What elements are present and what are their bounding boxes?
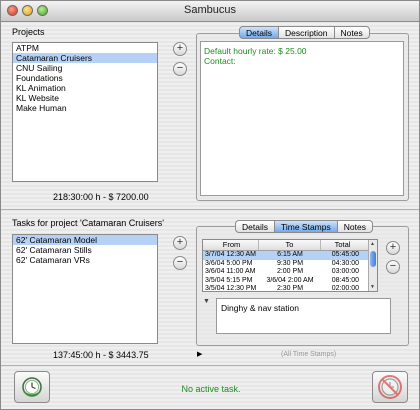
- project-list-item[interactable]: CNU Sailing: [13, 63, 157, 73]
- project-list-item[interactable]: Make Human: [13, 103, 157, 113]
- remove-timestamp-button[interactable]: −: [386, 260, 400, 274]
- remove-project-button[interactable]: −: [173, 62, 187, 76]
- add-project-button[interactable]: +: [173, 42, 187, 56]
- tasks-label: Tasks for project 'Catamaran Cruisers': [12, 218, 164, 228]
- task-tab-time-stamps[interactable]: Time Stamps: [274, 220, 338, 233]
- time-stamp-to: 3/6/04 2:00 AM: [266, 276, 314, 284]
- time-stamp-from: 3/5/04 5:15 PM: [205, 276, 253, 284]
- task-tab-details[interactable]: Details: [235, 220, 275, 233]
- task-summary: 137:45:00 h - $ 3443.75: [53, 350, 149, 360]
- time-stamp-to: 2:00 PM: [276, 268, 304, 275]
- add-timestamp-button[interactable]: +: [386, 241, 400, 255]
- time-stamp-from: 3/6/04 5:00 PM: [205, 259, 253, 267]
- task-list-item[interactable]: 62' Catamaran VRs: [13, 255, 157, 265]
- stop-no-icon: [378, 375, 402, 399]
- timestamp-note-field[interactable]: Dinghy & nav station: [216, 298, 391, 334]
- section-divider: [1, 209, 419, 210]
- time-stamp-to: 9:30 PM: [276, 259, 304, 267]
- task-tabs: Details Time Stamps Notes: [235, 220, 373, 233]
- remove-task-button[interactable]: −: [173, 256, 187, 270]
- task-list-item[interactable]: 62' Catamaran Model: [13, 235, 157, 245]
- project-details-panel: Default hourly rate: $ 25.00 Contact:: [200, 41, 404, 196]
- scroll-thumb[interactable]: [370, 251, 376, 267]
- time-stamp-total: 04:30:00: [331, 259, 359, 267]
- main-window: Sambucus Projects ATPM Catamaran Cruisers…: [0, 0, 420, 410]
- time-stamp-to: 6:15 AM: [277, 251, 303, 258]
- time-stamp-row[interactable]: 3/7/04 12:30 AM 6:15 AM 05:45:00: [203, 251, 377, 260]
- hourly-rate-text: Default hourly rate: $ 25.00: [204, 46, 307, 56]
- project-list-item[interactable]: ATPM: [13, 43, 157, 53]
- projects-label: Projects: [12, 27, 45, 37]
- column-total[interactable]: Total: [321, 240, 369, 250]
- tasks-list[interactable]: 62' Catamaran Model 62' Catamaran Stills 6…: [12, 234, 158, 344]
- stop-task-button[interactable]: [372, 371, 408, 403]
- task-list-item[interactable]: 62' Catamaran Stills: [13, 245, 157, 255]
- time-stamp-row[interactable]: 3/6/04 11:00 AM 2:00 PM 03:00:00: [203, 268, 377, 277]
- tab-details[interactable]: Details: [239, 26, 279, 39]
- column-from[interactable]: From: [203, 240, 259, 250]
- project-list-item[interactable]: Foundations: [13, 73, 157, 83]
- tab-description[interactable]: Description: [278, 26, 335, 39]
- all-time-stamps-label: (All Time Stamps): [281, 351, 337, 358]
- note-disclosure-icon[interactable]: ▼: [203, 298, 210, 305]
- time-stamp-row[interactable]: 3/6/04 5:00 PM 9:30 PM 04:30:00: [203, 260, 377, 269]
- time-stamp-row[interactable]: 3/5/04 5:15 PM 3/6/04 2:00 AM 08:45:00: [203, 277, 377, 286]
- time-stamp-total: 03:00:00: [331, 268, 359, 275]
- timestamp-note-text: Dinghy & nav station: [221, 303, 299, 313]
- projects-list[interactable]: ATPM Catamaran Cruisers CNU Sailing Foundat…: [12, 42, 158, 182]
- project-summary: 218:30:00 h - $ 7200.00: [53, 192, 149, 202]
- add-task-button[interactable]: +: [173, 236, 187, 250]
- time-stamp-from: 3/5/04 12:30 PM: [205, 285, 257, 292]
- project-list-item[interactable]: KL Animation: [13, 83, 157, 93]
- time-stamp-total: 05:45:00: [331, 251, 359, 258]
- status-text: No active task.: [181, 384, 241, 394]
- title-bar: Sambucus: [1, 1, 419, 22]
- time-stamps-table[interactable]: From To Total 3/7/04 12:30 AM 6:15 AM 05:4…: [202, 239, 378, 292]
- window-title: Sambucus: [184, 4, 236, 16]
- scroll-down-icon[interactable]: ▼: [370, 284, 375, 290]
- time-stamps-scrollbar[interactable]: ▲ ▼: [368, 240, 377, 291]
- time-stamp-row[interactable]: 3/5/04 12:30 PM 2:30 PM 02:00:00: [203, 285, 377, 292]
- contact-text: Contact:: [204, 56, 236, 66]
- time-stamp-total: 02:00:00: [331, 285, 359, 292]
- project-tabs: Details Description Notes: [239, 26, 370, 39]
- time-stamp-total: 08:45:00: [331, 276, 359, 284]
- time-stamp-from: 3/6/04 11:00 AM: [205, 268, 256, 275]
- project-list-item[interactable]: Catamaran Cruisers: [13, 53, 157, 63]
- column-to[interactable]: To: [259, 240, 321, 250]
- project-list-item[interactable]: KL Website: [13, 93, 157, 103]
- expand-disclosure-icon[interactable]: ▶: [197, 350, 202, 358]
- task-tab-notes[interactable]: Notes: [337, 220, 373, 233]
- tab-notes[interactable]: Notes: [334, 26, 370, 39]
- bottom-divider: [1, 365, 419, 366]
- time-stamps-header: From To Total: [203, 240, 377, 251]
- time-stamp-from: 3/7/04 12:30 AM: [205, 251, 256, 258]
- time-stamp-to: 2:30 PM: [276, 285, 304, 292]
- scroll-up-icon[interactable]: ▲: [370, 241, 375, 247]
